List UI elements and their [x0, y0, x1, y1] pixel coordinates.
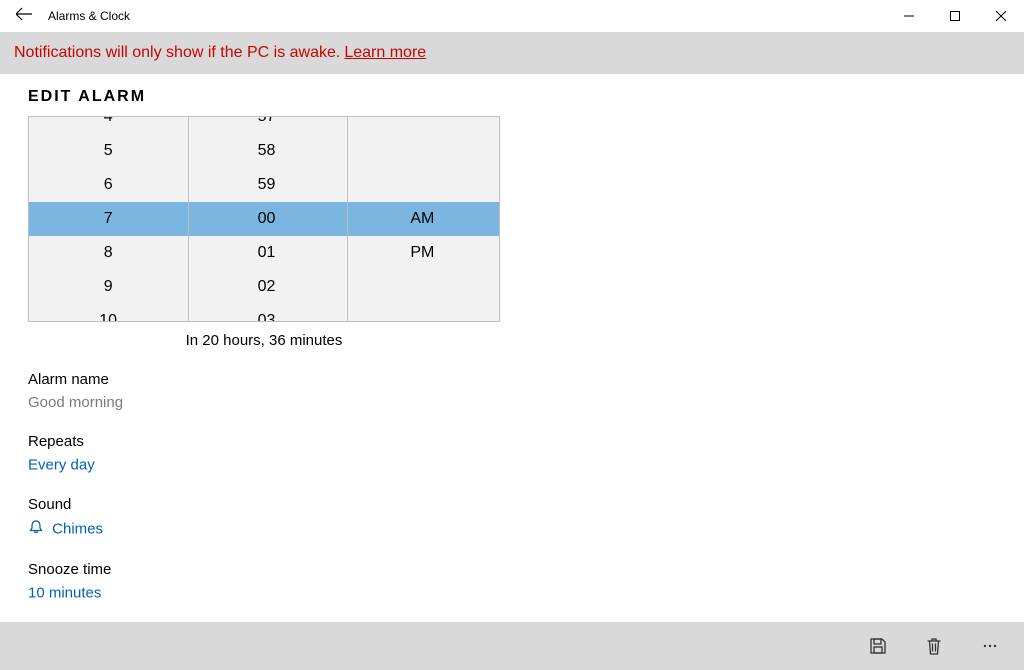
hour-item[interactable]: 9	[29, 270, 187, 304]
save-icon	[868, 636, 888, 656]
alarm-name-label: Alarm name	[28, 371, 996, 388]
notification-text: Notifications will only show if the PC i…	[14, 44, 340, 62]
minute-item[interactable]: 00	[187, 202, 345, 236]
minimize-button[interactable]	[886, 0, 932, 32]
app-title: Alarms & Clock	[48, 9, 130, 23]
minute-item[interactable]: 57	[187, 116, 345, 134]
title-bar: Alarms & Clock	[0, 0, 1024, 32]
minute-item[interactable]: 01	[187, 236, 345, 270]
trash-icon	[924, 636, 944, 656]
ampm-column[interactable]: AMPM	[346, 117, 499, 321]
page-content: EDIT ALARM 45678910 57585900010203 AMPM …	[0, 74, 1024, 601]
snooze-value[interactable]: 10 minutes	[28, 584, 996, 602]
sound-value[interactable]: Chimes	[28, 519, 996, 539]
repeats-value[interactable]: Every day	[28, 456, 996, 474]
close-button[interactable]	[978, 0, 1024, 32]
minute-item[interactable]: 58	[187, 134, 345, 168]
repeats-field: Repeats Every day	[28, 433, 996, 474]
minute-item[interactable]: 02	[187, 270, 345, 304]
maximize-button[interactable]	[932, 0, 978, 32]
repeats-label: Repeats	[28, 433, 996, 450]
hour-item[interactable]: 10	[29, 304, 187, 322]
notification-bar: Notifications will only show if the PC i…	[0, 32, 1024, 74]
hour-item[interactable]: 7	[29, 202, 187, 236]
page-heading: EDIT ALARM	[28, 88, 996, 106]
more-icon	[980, 636, 1000, 656]
hour-item[interactable]: 4	[29, 116, 187, 134]
hour-item[interactable]: 5	[29, 134, 187, 168]
minute-item[interactable]: 59	[187, 168, 345, 202]
back-button[interactable]	[0, 6, 48, 27]
bell-icon	[28, 519, 44, 539]
save-button[interactable]	[850, 622, 906, 670]
command-bar	[0, 622, 1024, 670]
snooze-field: Snooze time 10 minutes	[28, 561, 996, 602]
hour-item[interactable]: 6	[29, 168, 187, 202]
learn-more-link[interactable]: Learn more	[344, 44, 426, 62]
ampm-item[interactable]: AM	[346, 202, 499, 236]
alarm-name-input[interactable]: Good morning	[28, 394, 996, 411]
sound-field: Sound Chimes	[28, 496, 996, 539]
sound-label: Sound	[28, 496, 996, 513]
alarm-name-field: Alarm name Good morning	[28, 371, 996, 411]
more-button[interactable]	[962, 622, 1018, 670]
delete-button[interactable]	[906, 622, 962, 670]
time-until-text: In 20 hours, 36 minutes	[28, 332, 500, 349]
time-picker[interactable]: 45678910 57585900010203 AMPM	[28, 116, 500, 322]
hour-column[interactable]: 45678910	[29, 117, 187, 321]
hour-item[interactable]: 8	[29, 236, 187, 270]
minute-item[interactable]: 03	[187, 304, 345, 322]
minute-column[interactable]: 57585900010203	[187, 117, 345, 321]
snooze-label: Snooze time	[28, 561, 996, 578]
ampm-item[interactable]: PM	[346, 236, 499, 270]
